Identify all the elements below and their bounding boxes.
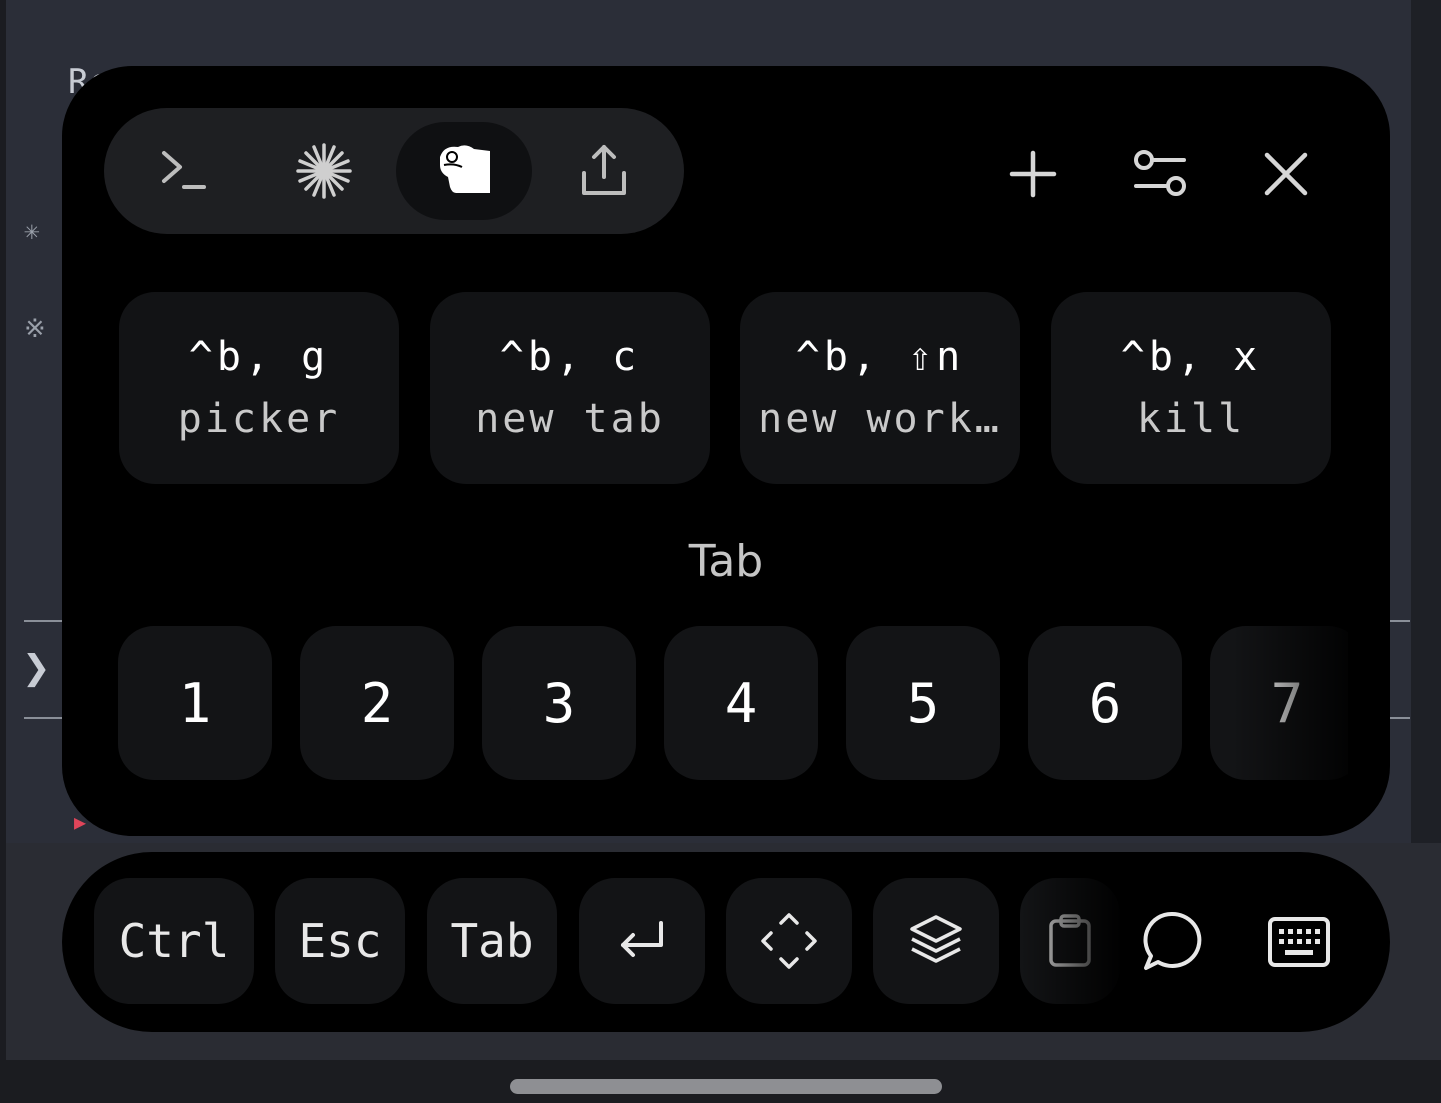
shortcut-label: picker	[177, 396, 341, 442]
status-glyph: ※	[24, 314, 46, 344]
mode-tab-bar	[104, 108, 684, 234]
layers-icon	[910, 915, 962, 963]
settings-button[interactable]	[1124, 138, 1196, 210]
tab-number-button[interactable]: 2	[300, 626, 454, 780]
chat-button[interactable]	[1132, 902, 1212, 982]
sliders-icon	[1134, 150, 1186, 196]
terminal-prompt-icon	[162, 151, 206, 189]
ctrl-key-button[interactable]: Ctrl	[94, 878, 254, 1004]
keyboard-button[interactable]	[1259, 902, 1339, 982]
shortcut-panel: ^b, g picker ^b, c new tab ^b, ⇧n new wo…	[62, 66, 1390, 836]
divider	[24, 717, 64, 719]
tab-number-button[interactable]: 6	[1028, 626, 1182, 780]
shortcut-new-workspace[interactable]: ^b, ⇧n new work…	[740, 292, 1020, 484]
tab-number-button[interactable]: 5	[846, 626, 1000, 780]
shortcut-picker[interactable]: ^b, g picker	[119, 292, 399, 484]
terminal-scroll-edge	[1411, 0, 1441, 843]
shortcut-keys: ^b, g	[188, 334, 330, 380]
shortcut-keys: ^b, c	[499, 334, 641, 380]
layers-button[interactable]	[873, 878, 999, 1004]
divider	[1388, 620, 1410, 622]
plus-icon	[1009, 150, 1057, 198]
close-button[interactable]	[1250, 138, 1322, 210]
scroll-fade	[1020, 878, 1120, 1004]
tab-claude[interactable]	[256, 122, 392, 220]
close-icon	[1264, 152, 1308, 196]
esc-key-button[interactable]: Esc	[275, 878, 405, 1004]
key-toolbar: Ctrl Esc Tab	[62, 852, 1390, 1032]
shortcut-new-tab[interactable]: ^b, c new tab	[430, 292, 710, 484]
move-arrows-icon	[761, 913, 817, 969]
share-upload-icon	[582, 145, 626, 195]
divider	[24, 620, 64, 622]
arrow-keys-button[interactable]	[726, 878, 852, 1004]
shortcut-label: new work…	[758, 396, 1002, 442]
shortcut-label: new tab	[475, 396, 665, 442]
enter-key-button[interactable]	[579, 878, 705, 1004]
add-button[interactable]	[997, 138, 1069, 210]
tab-number-button[interactable]: 3	[482, 626, 636, 780]
shortcut-kill[interactable]: ^b, x kill	[1051, 292, 1331, 484]
keyboard-icon	[1268, 917, 1330, 967]
return-icon	[621, 921, 663, 957]
shortcut-label: kill	[1136, 396, 1246, 442]
tab-share[interactable]	[536, 122, 672, 220]
scroll-fade	[1232, 626, 1352, 780]
chat-bubble-icon	[1143, 911, 1202, 970]
home-indicator[interactable]	[510, 1079, 942, 1094]
shortcut-keys: ^b, x	[1120, 334, 1262, 380]
tab-mascot[interactable]	[396, 122, 532, 220]
tab-key-button[interactable]: Tab	[427, 878, 557, 1004]
tab-terminal[interactable]	[116, 122, 252, 220]
tab-number-button[interactable]: 1	[118, 626, 272, 780]
shortcut-keys: ^b, ⇧n	[795, 334, 965, 380]
divider	[1388, 717, 1410, 719]
tab-number-button[interactable]: 4	[664, 626, 818, 780]
prompt-chevron: ❯	[22, 648, 51, 688]
tab-number-row: 1 2 3 4 5 6 7	[118, 626, 1348, 780]
status-glyph: ✳	[24, 216, 40, 246]
asterisk-burst-icon	[296, 143, 352, 199]
mascot-icon	[440, 145, 490, 193]
section-title: Tab	[688, 536, 764, 587]
